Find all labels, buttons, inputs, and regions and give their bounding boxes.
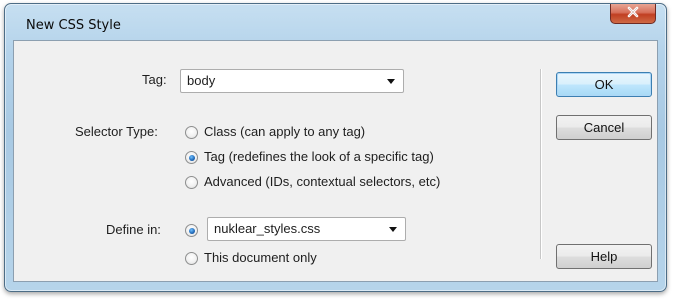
define-in-file-radio[interactable] (185, 224, 198, 237)
define-in-file-value: nuklear_styles.css (214, 221, 321, 236)
tag-dropdown-value: body (187, 73, 216, 88)
chevron-down-icon (387, 79, 395, 84)
close-button[interactable] (610, 4, 656, 24)
title-bar[interactable]: New CSS Style (5, 4, 666, 34)
close-x-icon (626, 6, 640, 21)
dialog-title: New CSS Style (26, 18, 121, 33)
define-in-label: Define in: (106, 222, 161, 237)
advanced-radio-label[interactable]: Advanced (IDs, contextual selectors, etc… (204, 174, 440, 189)
help-button[interactable]: Help (556, 244, 652, 269)
tag-radio[interactable] (185, 151, 198, 164)
class-radio-label[interactable]: Class (can apply to any tag) (204, 124, 365, 139)
ok-button[interactable]: OK (556, 72, 652, 97)
cancel-button[interactable]: Cancel (556, 115, 652, 140)
tag-label: Tag: (142, 72, 167, 87)
dialog-body: Tag: body Selector Type: Class (can appl… (13, 40, 658, 282)
advanced-radio[interactable] (185, 176, 198, 189)
document-only-radio[interactable] (185, 252, 198, 265)
tag-dropdown[interactable]: body (180, 69, 404, 93)
chevron-down-icon (389, 227, 397, 232)
tag-radio-label[interactable]: Tag (redefines the look of a specific ta… (204, 149, 434, 164)
selector-type-label: Selector Type: (75, 124, 158, 139)
vertical-divider (540, 69, 542, 259)
document-only-label[interactable]: This document only (204, 250, 317, 265)
class-radio[interactable] (185, 126, 198, 139)
define-in-file-dropdown[interactable]: nuklear_styles.css (207, 217, 406, 241)
new-css-style-dialog: New CSS Style Tag: body Selector Type: C… (4, 3, 667, 292)
